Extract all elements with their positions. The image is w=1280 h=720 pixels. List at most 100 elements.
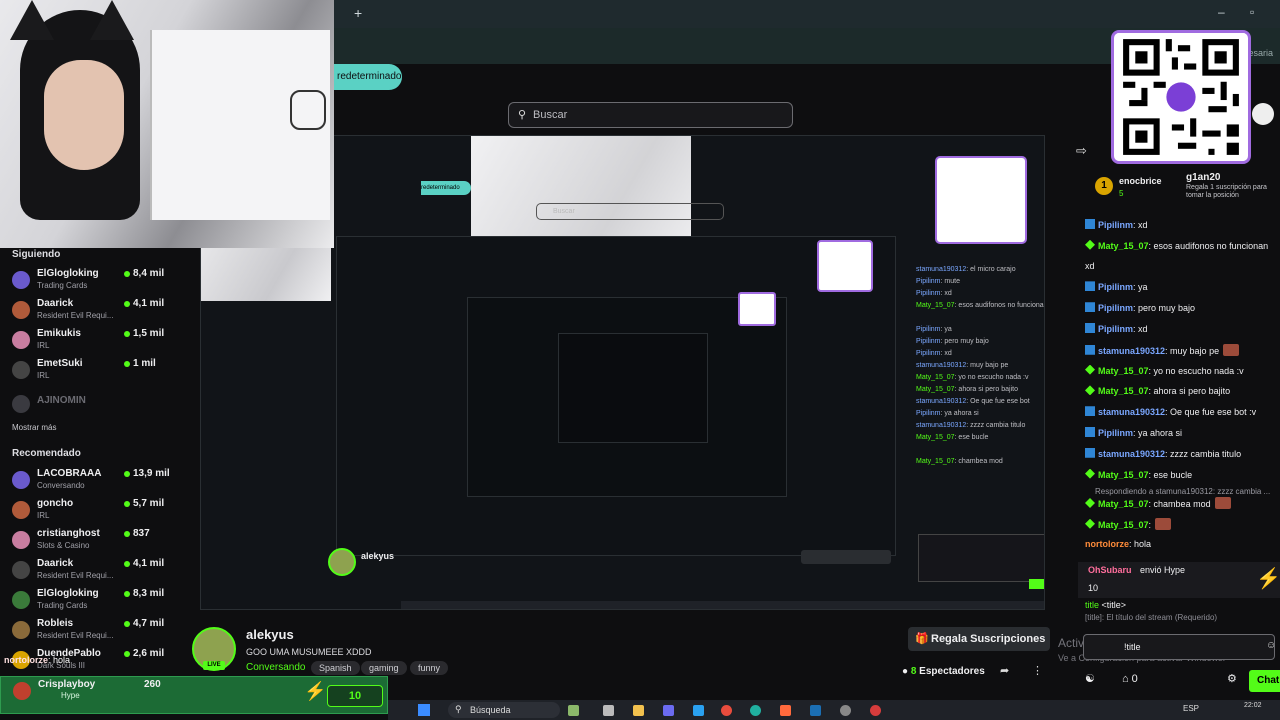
search-input[interactable]: ⚲ Buscar [508,102,793,128]
chat-text: : xd [1133,324,1148,334]
more-icon[interactable]: ⋮ [1032,664,1043,677]
tray-language[interactable]: ESP [1183,704,1199,713]
edge-icon[interactable] [750,705,761,716]
sidebar-item-category: Trading Cards [37,281,88,290]
new-tab-button[interactable]: + [354,5,362,21]
chat-username[interactable]: Maty_15_07 [1098,499,1149,509]
hype-sub: Hype [61,691,80,700]
chat-username[interactable]: stamuna190312 [1098,449,1165,459]
sidebar-item-label: ElGlogloking [37,268,99,279]
qr-code-image [1111,30,1251,164]
tag-spanish[interactable]: Spanish [311,661,360,675]
sidebar-item-robleis[interactable]: Robleis Resident Evil Requi... 4,7 mil [0,618,200,648]
sidebar-item-elglogloking[interactable]: ElGlogloking Trading Cards 8,4 mil [0,268,200,298]
sidebar-item-lacobraaa[interactable]: LACOBRAAA Conversando 13,9 mil [0,468,200,498]
kick-badge-icon [1085,302,1095,313]
store-icon[interactable] [693,705,704,716]
minimize-button[interactable]: – [1218,5,1225,19]
sidebar-item-emetsuki[interactable]: EmetSuki IRL 1 mil [0,358,200,388]
chat-username[interactable]: stamuna190312 [1098,346,1165,356]
tag-gaming[interactable]: gaming [361,661,407,675]
chat-username[interactable]: stamuna190312 [1098,407,1165,417]
chat-username[interactable]: Pipilinm [1098,220,1133,230]
chat-text: : xd [1133,220,1148,230]
sidebar-item-goncho[interactable]: goncho IRL 5,7 mil [0,498,200,528]
command-hint-text: [title]: El título del stream [1085,613,1173,622]
gift-icon: 🎁 [915,633,929,645]
gift-user[interactable]: OhSubaru [1088,565,1132,575]
tray-clock[interactable]: 22:02 [1244,702,1262,710]
hype-count: 10 [327,685,383,707]
chat-message: Maty_15_07: esos audifonos no funcionan [1085,239,1280,260]
emoji-icon[interactable]: ☺ [1266,640,1276,651]
send-chat-button[interactable]: Chat [1249,670,1280,692]
chat-message: nortolorze: hola [1085,539,1280,559]
app-icon[interactable] [663,705,674,716]
chat-text: : yo no escucho nada :v [1148,365,1244,376]
chat-text: : zzzz cambia titulo [1165,448,1242,459]
tag-funny[interactable]: funny [410,661,449,675]
sidebar-item-offline[interactable]: AJINOMIN [0,392,200,422]
gifter-user[interactable]: g1an20 [1186,172,1220,183]
obs-icon[interactable] [840,705,851,716]
nested-chat-button [1029,579,1044,589]
streamer-name[interactable]: alekyus [246,627,294,642]
gift-subs-button[interactable]: 🎁 Regala Suscripciones [908,627,1050,651]
nested-chat-input [918,534,1044,582]
coin-icon: 1 [1095,177,1113,195]
nested-qr-3 [738,292,776,326]
gear-icon[interactable]: ⚙ [1227,672,1237,685]
chat-message: stamuna190312: muy bajo pe [1085,343,1280,364]
chat-input[interactable]: !title ☺ [1083,634,1276,660]
sidebar-item-elglogloking[interactable]: ElGlogloking Trading Cards 8,3 mil [0,588,200,618]
command-suggestion[interactable]: title <title> [1085,600,1126,610]
chat-message: Pipilinm: xd [1085,219,1280,239]
stream-category[interactable]: Conversando [246,662,305,673]
live-badge: LIVE [203,661,225,670]
chat-username[interactable]: nortolorze [1085,539,1129,549]
app-icon[interactable] [870,705,881,716]
folder-icon[interactable] [633,705,644,716]
viewers-label: Espectadores [919,666,985,677]
chat-username[interactable]: Maty_15_07 [1098,520,1149,530]
chrome-icon[interactable] [721,705,732,716]
avatar [12,531,30,549]
kick-badge-icon [1085,323,1095,333]
sidebar-item-viewers: 1 mil [133,358,156,369]
taskview-icon[interactable] [603,705,614,716]
show-more-link[interactable]: Mostrar más [12,423,56,432]
gift-leaderboard: 1 enocbrice 5 g1an20 Regala 1 suscripció… [1095,172,1278,208]
chat-username[interactable]: Pipilinm [1098,303,1133,313]
live-dot [124,501,130,507]
brave-icon[interactable] [780,705,791,716]
chat-username[interactable]: Maty_15_07 [1098,470,1149,480]
avatar[interactable] [1252,103,1274,125]
chat-username[interactable]: Pipilinm [1098,324,1133,334]
share-icon[interactable]: ➦ [1000,664,1009,677]
sidebar-item-daarick[interactable]: Daarick Resident Evil Requi... 4,1 mil [0,298,200,328]
chat-username[interactable]: Maty_15_07 [1098,366,1149,376]
chat-username[interactable]: Pipilinm [1098,282,1133,292]
sidebar-item-emikukis[interactable]: Emikukis IRL 1,5 mil [0,328,200,358]
leader-user[interactable]: enocbrice [1119,176,1162,186]
windows-start-icon[interactable] [418,704,430,716]
avatar [12,471,30,489]
users-icon[interactable]: ☯ [1085,673,1095,685]
chat-username[interactable]: Maty_15_07 [1098,386,1149,396]
widgets-icon[interactable] [568,705,579,716]
collapse-chat-icon[interactable]: ⇨ [1076,143,1087,159]
kick-badge-icon [1085,219,1095,229]
chat-input-value: !title [1124,642,1141,652]
chat-text: : hola [1129,538,1152,549]
sidebar-item-daarick[interactable]: Daarick Resident Evil Requi... 4,1 mil [0,558,200,588]
chat-username[interactable]: Maty_15_07 [1098,241,1149,251]
sidebar-item-cristianghost[interactable]: cristianghost Slots & Casino 837 [0,528,200,558]
nested-gift-button [801,550,891,564]
steam-icon[interactable] [810,705,821,716]
sidebar-item-label: Emikukis [37,328,81,339]
chat-username[interactable]: Pipilinm [1098,428,1133,438]
hype-train-bar: Crisplayboy Hype 260 ⚡ 10 [0,676,388,714]
maximize-button[interactable]: ▫ [1250,5,1254,19]
taskbar-search[interactable]: Búsqueda [448,702,560,718]
default-pill[interactable]: redeterminado [334,64,402,90]
